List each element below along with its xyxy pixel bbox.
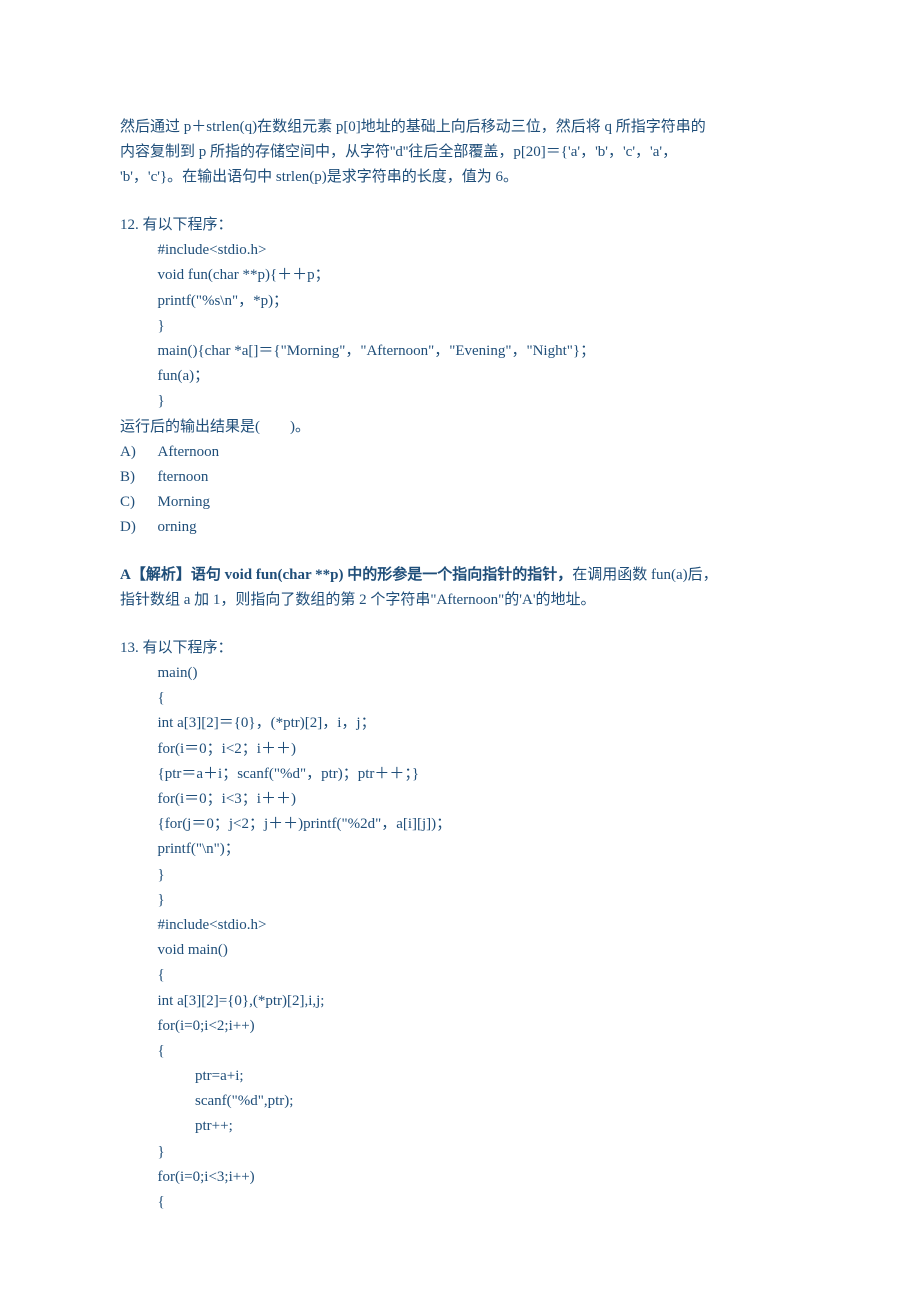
q12-code-3: } [120,314,800,339]
option-text: Afternoon [158,440,220,465]
q13b-l9: { [120,1190,800,1215]
q13a-code-3: for(i＝0；i<2；i＋＋) [120,737,800,762]
q12-prompt: 运行后的输出结果是( )。 [120,415,800,440]
answer-bold-part: A【解析】语句 void fun(char **p) 中的形参是一个指向指针的指… [120,567,572,583]
q13b-l2: for(i=0;i<2;i++) [120,1014,800,1039]
q13b-open-brace: { [120,963,800,988]
option-letter: A) [120,440,158,465]
option-text: Morning [158,490,211,515]
q12-option-c: C) Morning [120,490,800,515]
spacer [120,613,800,636]
q13b-include: #include<stdio.h> [120,913,800,938]
q13b-l7: } [120,1140,800,1165]
q13b-l5: scanf("%d",ptr); [120,1089,800,1114]
intro-line-1: 然后通过 p＋strlen(q)在数组元素 p[0]地址的基础上向后移动三位，然… [120,115,800,140]
q13a-code-1: { [120,686,800,711]
q13a-code-2: int a[3][2]＝{0}，(*ptr)[2]，i，j； [120,711,800,736]
q13b-l1: int a[3][2]={0},(*ptr)[2],i,j; [120,989,800,1014]
q13a-code-0: main() [120,661,800,686]
option-letter: C) [120,490,158,515]
q12-code-4: main(){char *a[]＝{"Morning"，"Afternoon"，… [120,339,800,364]
q12-code-5: fun(a)； [120,364,800,389]
q13a-code-7: printf("\n")； [120,837,800,862]
q13a-code-6: {for(j＝0；j<2；j＋＋)printf("%2d"，a[i][j])； [120,812,800,837]
option-letter: B) [120,465,158,490]
option-text: fternoon [158,465,209,490]
q12-code-2: printf("%s\n"，*p)； [120,289,800,314]
q13b-l4: ptr=a+i; [120,1064,800,1089]
q13a-code-9: } [120,888,800,913]
q13a-code-5: for(i＝0；i<3；i＋＋) [120,787,800,812]
q12-code-6: } [120,389,800,414]
q13a-code-4: {ptr＝a＋i；scanf("%d"，ptr)；ptr＋＋；} [120,762,800,787]
q12-code-0: #include<stdio.h> [120,238,800,263]
q13b-l3: { [120,1039,800,1064]
q12-code-1: void fun(char **p){＋＋p； [120,263,800,288]
q13b-l6: ptr++; [120,1114,800,1139]
q13b-l8: for(i=0;i<3;i++) [120,1165,800,1190]
q13a-code-8: } [120,863,800,888]
intro-line-3: 'b'，'c'}。在输出语句中 strlen(p)是求字符串的长度，值为 6。 [120,165,800,190]
intro-line-2: 内容复制到 p 所指的存储空间中，从字符''d''往后全部覆盖，p[20]＝{'… [120,140,800,165]
q12-option-d: D) orning [120,515,800,540]
option-letter: D) [120,515,158,540]
q12-option-b: B) fternoon [120,465,800,490]
spacer [120,541,800,564]
q12-option-a: A) Afternoon [120,440,800,465]
q12-answer-line-1: A【解析】语句 void fun(char **p) 中的形参是一个指向指针的指… [120,563,800,588]
q12-answer-line-2: 指针数组 a 加 1，则指向了数组的第 2 个字符串"Afternoon"的'A… [120,588,800,613]
q13b-voidmain: void main() [120,938,800,963]
answer-rest-1: 在调用函数 fun(a)后， [572,567,717,583]
q13-header: 13. 有以下程序： [120,636,800,661]
option-text: orning [158,515,197,540]
q12-header: 12. 有以下程序： [120,213,800,238]
spacer [120,191,800,214]
